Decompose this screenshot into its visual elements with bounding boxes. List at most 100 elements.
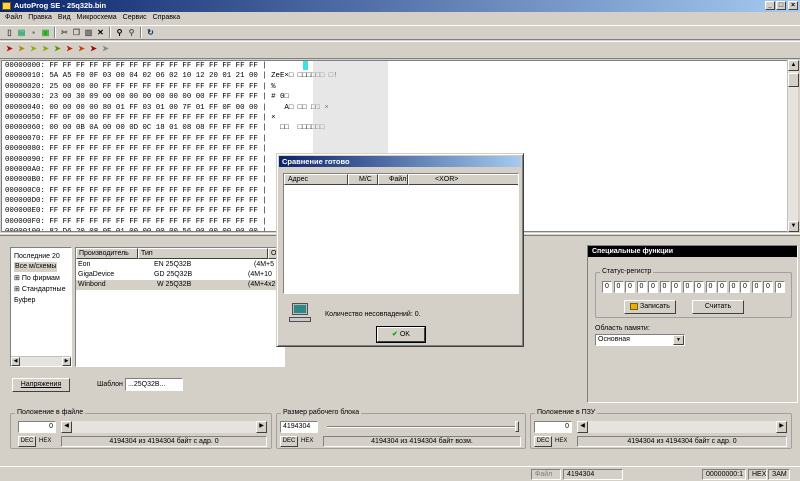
hex-bytes[interactable]: 82 D6 20 08 0F 01 00 00 00 00 56 00 00 0… — [49, 228, 266, 231]
hex-bytes[interactable]: FF FF FF FF FF FF FF FF FF FF FF FF FF F… — [49, 218, 266, 226]
hex-bytes[interactable]: FF FF FF FF FF FF FF FF FF FF FF FF FF F… — [49, 62, 266, 70]
find-next-icon[interactable]: ⚲ — [126, 27, 137, 38]
hex-bytes[interactable]: FF 0F 00 00 FF FF FF FF FF FF FF FF FF F… — [49, 114, 266, 122]
save-icon[interactable]: ▪ — [28, 27, 39, 38]
hex-bytes[interactable]: FF FF FF FF FF FF FF FF FF FF FF FF FF F… — [49, 176, 266, 184]
hex-bytes[interactable]: FF FF FF FF FF FF FF FF FF FF FF FF FF F… — [49, 156, 266, 164]
tree-item-all[interactable]: Все м/схемы — [14, 262, 58, 272]
file-position-scroll[interactable]: ◀ ▶ — [61, 421, 267, 433]
paste-icon[interactable]: ▥ — [83, 27, 94, 38]
hex-bytes[interactable]: FF FF FF FF FF FF FF FF FF FF FF FF FF F… — [49, 207, 266, 215]
column-header-xor[interactable]: <XOR> — [408, 174, 518, 185]
chip-unprotect-icon[interactable]: ➤ — [88, 43, 99, 54]
status-bit[interactable]: 0 — [740, 281, 750, 293]
save-as-icon[interactable]: ▣ — [40, 27, 51, 38]
menu-help[interactable]: Справка — [150, 12, 183, 24]
block-size-slider-track[interactable] — [327, 426, 517, 428]
delete-icon[interactable]: ✕ — [95, 27, 106, 38]
hex-row[interactable]: 00000060: 00 00 0B 0A 00 00 0D 0C 18 01 … — [5, 123, 787, 133]
template-input[interactable]: ...25Q32B... — [125, 378, 183, 391]
column-header-type[interactable]: Тип — [138, 248, 268, 259]
new-file-icon[interactable]: ▯ — [4, 27, 15, 38]
hex-row[interactable]: 00000010: 5A A5 F0 0F 03 00 04 02 06 02 … — [5, 71, 787, 81]
hex-vscroll[interactable]: ▲ ▼ — [787, 60, 799, 232]
status-bit[interactable]: 0 — [682, 281, 693, 293]
column-header-address[interactable]: Адрес — [284, 174, 348, 185]
status-bit[interactable]: 0 — [659, 281, 670, 293]
block-size-slider-thumb[interactable] — [515, 421, 519, 432]
status-bit[interactable]: 0 — [602, 281, 612, 293]
file-position-dec-button[interactable]: DEC — [18, 436, 36, 447]
scroll-left-button[interactable]: ◀ — [61, 421, 72, 433]
maximize-button[interactable]: □ — [776, 1, 786, 10]
memory-area-select[interactable]: Основная ▼ — [595, 334, 685, 346]
status-bit[interactable]: 0 — [648, 281, 658, 293]
menu-file[interactable]: Файл — [2, 12, 25, 24]
chip-write-icon[interactable]: ➤ — [40, 43, 51, 54]
hex-row[interactable]: 00000000: FF FF FF FF FF FF FF FF FF FF … — [5, 61, 787, 71]
chip-protect-icon[interactable]: ➤ — [76, 43, 87, 54]
status-bit[interactable]: 0 — [636, 281, 647, 293]
scroll-right-button[interactable]: ▶ — [776, 421, 787, 433]
file-position-input[interactable]: 0 — [18, 421, 56, 433]
hex-bytes[interactable]: 25 00 00 00 FF FF FF FF FF FF FF FF FF F… — [49, 83, 266, 91]
voltage-button[interactable]: Напряжения — [12, 378, 70, 392]
hex-bytes[interactable]: 00 00 0B 0A 00 00 0D 0C 18 01 08 08 FF F… — [49, 124, 266, 132]
chip-verify-icon[interactable]: ➤ — [52, 43, 63, 54]
read-register-button[interactable]: Считать — [692, 300, 744, 314]
hex-bytes[interactable]: FF FF FF FF FF FF FF FF FF FF FF FF FF F… — [49, 197, 266, 205]
find-icon[interactable]: ⚲ — [114, 27, 125, 38]
hex-row[interactable]: 00000020: 25 00 00 00 FF FF FF FF FF FF … — [5, 82, 787, 92]
status-bit[interactable]: 0 — [751, 281, 762, 293]
menu-service[interactable]: Сервис — [120, 12, 150, 24]
tree-scroll-right-button[interactable]: ▶ — [62, 357, 71, 366]
close-button[interactable]: × — [788, 1, 798, 10]
menu-chip[interactable]: Микросхема — [74, 12, 120, 24]
chip-blank-check-icon[interactable]: ➤ — [28, 43, 39, 54]
column-header-chip[interactable]: М/С — [348, 174, 378, 185]
hex-bytes[interactable]: FF FF FF FF FF FF FF FF FF FF FF FF FF F… — [49, 187, 266, 195]
write-register-button[interactable]: Записать — [624, 300, 676, 314]
tree-item-buffer[interactable]: Буфер — [14, 295, 35, 306]
minimize-button[interactable]: _ — [765, 1, 775, 10]
tree-scroll-left-button[interactable]: ◀ — [11, 357, 20, 366]
table-row-selected[interactable]: Winbond W 25Q32B (4M+4x2 — [76, 280, 284, 290]
scroll-thumb[interactable] — [788, 73, 799, 87]
file-position-hex-button[interactable]: HEX — [39, 438, 51, 444]
scroll-right-button[interactable]: ▶ — [256, 421, 267, 433]
scroll-down-button[interactable]: ▼ — [788, 221, 799, 232]
chip-stop-icon[interactable]: ➤ — [100, 43, 111, 54]
hex-bytes[interactable]: FF FF FF FF FF FF FF FF FF FF FF FF FF F… — [49, 135, 266, 143]
hex-ascii[interactable]: % — [271, 83, 275, 91]
menu-edit[interactable]: Правка — [25, 12, 55, 24]
hex-row[interactable]: 00000070: FF FF FF FF FF FF FF FF FF FF … — [5, 134, 787, 144]
hex-bytes[interactable]: 5A A5 F0 0F 03 00 04 02 06 02 10 12 20 0… — [49, 72, 266, 80]
chevron-down-icon[interactable]: ▼ — [673, 335, 684, 345]
hex-bytes[interactable]: FF FF FF FF FF FF FF FF FF FF FF FF FF F… — [49, 145, 266, 153]
chip-auto-icon[interactable]: ➤ — [64, 43, 75, 54]
column-header-vendor[interactable]: Производитель — [76, 248, 138, 259]
goto-icon[interactable]: ↻ — [145, 27, 156, 38]
hex-ascii[interactable]: × — [271, 114, 275, 122]
status-bit[interactable]: 0 — [705, 281, 716, 293]
hex-row[interactable]: 00000040: 00 00 00 00 80 01 FF 03 01 00 … — [5, 103, 787, 113]
rom-position-scroll[interactable]: ◀ ▶ — [577, 421, 787, 433]
tree-item-standard[interactable]: ⊞ Стандартные — [14, 284, 65, 295]
scroll-up-button[interactable]: ▲ — [788, 60, 799, 71]
status-bit[interactable]: 0 — [694, 281, 704, 293]
status-bit[interactable]: 0 — [613, 281, 624, 293]
rom-position-input[interactable]: 0 — [534, 421, 572, 433]
tree-hscroll[interactable]: ◀ ▶ — [11, 356, 71, 366]
block-size-dec-button[interactable]: DEC — [280, 436, 298, 447]
block-size-input[interactable]: 4194304 — [280, 421, 318, 433]
ok-button[interactable]: ✔ OK — [376, 326, 426, 343]
hex-ascii[interactable]: # 0□ — [271, 93, 289, 101]
hex-bytes[interactable]: 23 00 30 09 00 00 00 00 00 00 00 00 FF F… — [49, 93, 266, 101]
block-size-hex-button[interactable]: HEX — [301, 438, 313, 444]
tree-item-by-vendor[interactable]: ⊞ По фирмам — [14, 273, 60, 284]
hex-bytes[interactable]: FF FF FF FF FF FF FF FF FF FF FF FF FF F… — [49, 166, 266, 174]
status-bit[interactable]: 0 — [625, 281, 635, 293]
rom-position-hex-button[interactable]: HEX — [555, 438, 567, 444]
rom-position-dec-button[interactable]: DEC — [534, 436, 552, 447]
column-header-file[interactable]: Файл — [378, 174, 408, 185]
